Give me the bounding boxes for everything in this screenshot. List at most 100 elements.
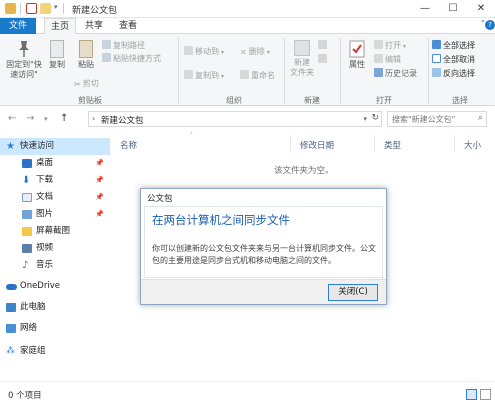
pin-icon[interactable]: 📌	[95, 155, 104, 172]
homegroup-icon: ⁂	[6, 346, 15, 356]
column-divider[interactable]	[374, 135, 375, 151]
nav-item-screenshots[interactable]: 屏幕截图	[0, 223, 110, 240]
nav-item-pictures[interactable]: 图片 📌	[0, 206, 110, 223]
maximize-button[interactable]: ☐	[439, 0, 467, 18]
organize-group-label: 组织	[226, 96, 242, 105]
edit-button[interactable]: 编辑	[374, 54, 401, 65]
cut-button[interactable]: ✂ 剪切	[74, 78, 99, 89]
properties-button[interactable]: 属性	[344, 40, 370, 70]
navigation-pane: ★ 快速访问 桌面 📌 ⬇ 下载 📌 文档 📌 图片 📌 屏幕截图 视频 ♪ 音…	[0, 131, 110, 381]
invert-selection-button[interactable]: 反向选择	[432, 68, 475, 79]
tab-file[interactable]: 文件	[0, 18, 36, 34]
search-placeholder: 搜索"新建公文包"	[392, 115, 456, 124]
nav-item-homegroup[interactable]: ⁂ 家庭组	[0, 343, 110, 360]
nav-item-desktop[interactable]: 桌面 📌	[0, 155, 110, 172]
select-all-button[interactable]: 全部选择	[432, 40, 475, 51]
pin-icon[interactable]: 📌	[95, 189, 104, 206]
large-icons-view-icon[interactable]	[480, 389, 491, 400]
copy-path-button[interactable]: 复制路径	[102, 40, 145, 51]
folder-icon[interactable]	[5, 3, 16, 14]
back-arrow-icon[interactable]: ←	[8, 113, 16, 124]
edit-label: 编辑	[385, 55, 401, 64]
tab-home[interactable]: 主页	[44, 18, 76, 35]
column-header-type[interactable]: 类型	[384, 139, 401, 151]
nav-item-music[interactable]: ♪ 音乐	[0, 257, 110, 274]
open-group-label: 打开	[376, 96, 392, 105]
select-none-button[interactable]: 全部取消	[432, 54, 475, 65]
up-arrow-icon[interactable]: ↑	[60, 113, 68, 124]
pin-icon[interactable]: 📌	[95, 206, 104, 223]
address-dropdown-icon[interactable]: ▾	[363, 115, 367, 123]
nav-label: 图片	[36, 209, 54, 219]
clipboard-group-label: 剪贴板	[78, 96, 102, 105]
nav-item-network[interactable]: 网络	[0, 320, 110, 337]
group-separator	[428, 38, 429, 104]
delete-icon: ✕	[240, 48, 247, 57]
easy-access-icon[interactable]	[318, 54, 327, 63]
search-input[interactable]: 搜索"新建公文包" ⌕	[387, 111, 487, 127]
column-divider[interactable]	[454, 135, 455, 151]
pin-to-quick-access-button[interactable]: 固定到"快 速访问"	[4, 40, 44, 80]
tab-view[interactable]: 查看	[114, 18, 142, 34]
help-icon[interactable]: ?	[485, 20, 495, 30]
history-button[interactable]: 历史记录	[374, 68, 417, 79]
nav-item-quick-access[interactable]: ★ 快速访问	[0, 138, 110, 155]
tab-share[interactable]: 共享	[80, 18, 108, 34]
select-all-icon	[432, 40, 441, 49]
recent-chevron-down-icon[interactable]: ▾	[44, 115, 48, 123]
nav-item-videos[interactable]: 视频	[0, 240, 110, 257]
nav-item-downloads[interactable]: ⬇ 下载 📌	[0, 172, 110, 189]
properties-icon[interactable]	[26, 3, 37, 14]
breadcrumb[interactable]: 新建公文包	[101, 114, 144, 126]
copy-button[interactable]: 复制	[46, 40, 68, 70]
delete-label: 删除	[248, 47, 265, 56]
breadcrumb-chevron-icon[interactable]: ›	[92, 114, 95, 123]
paste-button[interactable]: 粘贴	[74, 40, 98, 70]
new-folder-icon[interactable]	[40, 3, 51, 14]
copy-path-icon	[102, 40, 111, 49]
details-view-icon[interactable]	[466, 389, 477, 400]
dialog-body: 在两台计算机之间同步文件 你可以创建新的公文包文件夹来与另一台计算机同步文件。公…	[144, 206, 383, 278]
history-label: 历史记录	[385, 69, 417, 78]
cut-label: 剪切	[82, 79, 99, 88]
ribbon: 固定到"快 速访问" 复制 粘贴 复制路径 粘贴快捷方式 ✂ 剪切 剪贴板 移动到…	[0, 34, 495, 106]
nav-label: 家庭组	[20, 346, 46, 356]
close-button[interactable]: ✕	[467, 0, 495, 18]
scissors-icon: ✂	[74, 80, 81, 89]
separator	[63, 3, 64, 14]
close-dialog-button[interactable]: 关闭(C)	[328, 284, 378, 301]
address-bar[interactable]: › 新建公文包 ▾ ↻	[88, 111, 382, 127]
column-header-modified[interactable]: 修改日期	[300, 139, 334, 151]
column-header-size[interactable]: 大小	[464, 139, 481, 151]
forward-arrow-icon[interactable]: →	[26, 113, 34, 124]
search-icon[interactable]: ⌕	[478, 113, 483, 123]
paste-shortcut-button[interactable]: 粘贴快捷方式	[102, 53, 161, 64]
column-divider[interactable]	[290, 135, 291, 151]
nav-item-this-pc[interactable]: 此电脑	[0, 299, 110, 316]
new-folder-icon	[294, 40, 310, 56]
nav-item-documents[interactable]: 文档 📌	[0, 189, 110, 206]
pin-icon[interactable]: 📌	[95, 172, 104, 189]
select-group-label: 选择	[452, 96, 468, 105]
copy-to-button[interactable]: 复制到 ▾	[184, 70, 224, 81]
open-button[interactable]: 打开 ▾	[374, 40, 406, 51]
new-folder-button[interactable]: 新建 文件夹	[288, 40, 316, 78]
nav-item-onedrive[interactable]: OneDrive	[0, 278, 110, 295]
minimize-button[interactable]: —	[411, 0, 439, 18]
group-separator	[284, 38, 285, 104]
nav-label: 桌面	[36, 158, 54, 168]
item-count: 0 个项目	[8, 391, 42, 401]
nav-label: OneDrive	[20, 281, 60, 291]
cloud-icon	[6, 284, 17, 290]
new-item-icon[interactable]	[318, 40, 327, 49]
customize-quick-access-icon[interactable]: ▾	[54, 3, 58, 11]
rename-button[interactable]: 重命名	[240, 70, 275, 81]
refresh-icon[interactable]: ↻	[371, 113, 379, 123]
move-to-button[interactable]: 移动到 ▾	[184, 46, 224, 57]
delete-button[interactable]: ✕ 删除 ▾	[240, 46, 270, 57]
picture-icon	[22, 210, 32, 219]
pin-label: 固定到"快 速访问"	[6, 60, 42, 79]
copy-to-label: 复制到	[195, 71, 219, 80]
column-header-name[interactable]: 名称	[120, 139, 137, 151]
dialog-title: 公文包	[147, 194, 173, 204]
